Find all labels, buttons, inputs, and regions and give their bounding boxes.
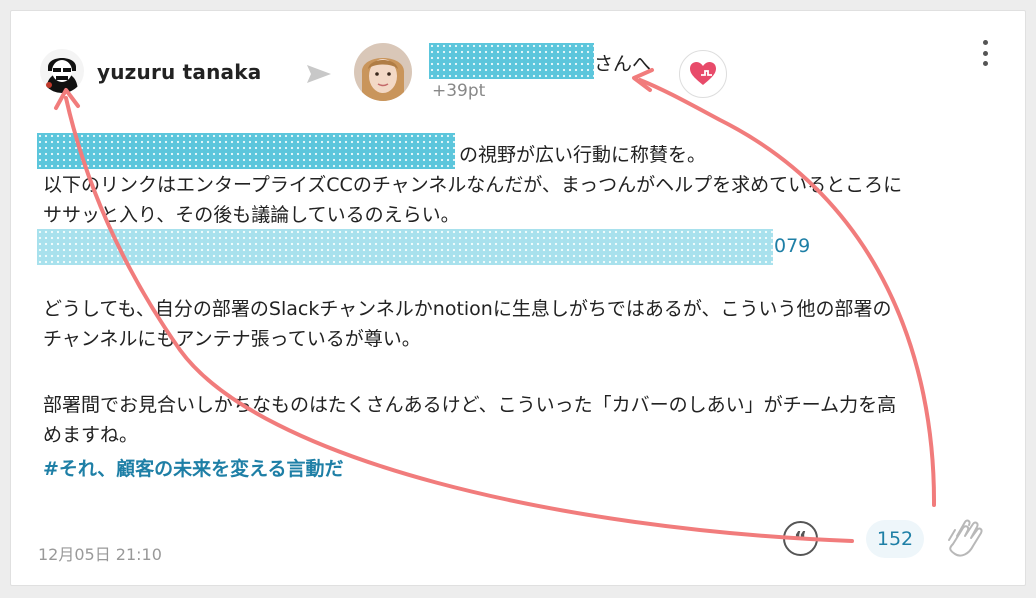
heart-button[interactable] [679, 50, 727, 98]
link-url-redacted[interactable] [37, 229, 773, 265]
link-url-suffix[interactable]: 079 [774, 231, 810, 261]
body-line-1: の視野が広い行動に称賛を。 [459, 144, 707, 166]
clap-hands-icon[interactable] [943, 514, 987, 562]
body-line-9: めますね。 [43, 424, 139, 446]
menu-dot [982, 40, 988, 45]
recipient-suffix: さんへ [594, 53, 652, 75]
menu-dot [982, 61, 988, 66]
recipient-points: +39pt [432, 81, 486, 101]
quote-icon: “ [793, 526, 808, 551]
sender-avatar[interactable] [40, 49, 84, 93]
body-line-3: ササッと入り、その後も議論しているのえらい。 [43, 204, 460, 226]
body-line-5: どうしても、自分の部署のSlackチャンネルかnotionに生息しがちではあるが… [43, 298, 892, 320]
clap-count-button[interactable]: 152 [866, 520, 924, 558]
body-line-2: 以下のリンクはエンタープライズCCのチャンネルなんだが、まっつんがヘルプを求めて… [43, 174, 903, 196]
mention-redacted[interactable] [37, 133, 455, 169]
body-line-6: チャンネルにもアンテナ張っているが尊い。 [43, 328, 421, 350]
heart-icon [690, 62, 716, 85]
hashtag-link[interactable]: #それ、顧客の未来を変える言動だ [43, 454, 344, 481]
recipient-avatar[interactable] [354, 43, 412, 101]
recipient-avatar-image [354, 43, 412, 101]
more-vertical-icon[interactable] [975, 38, 995, 68]
recipient-name-redacted[interactable] [429, 43, 594, 79]
menu-dot [982, 50, 988, 56]
sender-avatar-image [40, 49, 84, 93]
quote-button[interactable]: “ [783, 521, 818, 556]
post-timestamp: 12月05日 21:10 [38, 545, 162, 564]
sender-name[interactable]: yuzuru tanaka [97, 60, 261, 84]
body-line-8: 部署間でお見合いしがちなものはたくさんあるけど、こういった「カバーのしあい」がチ… [43, 394, 897, 416]
send-arrow-icon [307, 65, 331, 83]
